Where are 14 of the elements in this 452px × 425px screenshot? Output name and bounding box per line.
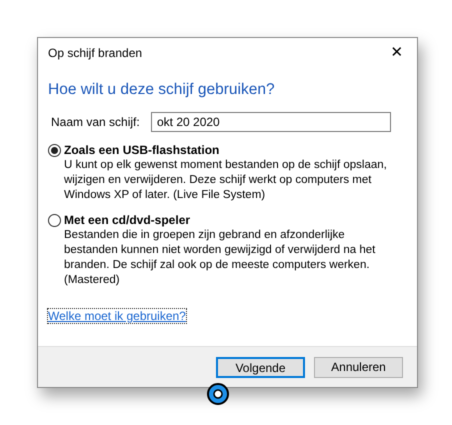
option-description: U kunt op elk gewenst moment bestanden op de schijf opslaan, wijzigen en verwijderen. Deze schijf werkt op computers met Windows XP of later. (Live File System) [63,158,388,203]
dialog-heading: Hoe wilt u deze schijf gebruiken? [48,80,276,100]
window-title: Op schijf branden [48,45,142,62]
name-input-field[interactable]: okt 20 2020 [151,112,391,132]
help-link[interactable]: Welke moet ik gebruiken? [48,309,186,323]
field-label: Naam van schijf: [51,114,141,131]
radio-button[interactable] [48,144,61,157]
option-label: Zoals een USB-flashstation [64,143,220,158]
dialog-button[interactable]: Annuleren [314,356,403,378]
close-button[interactable]: ✕ [377,38,417,68]
option-description: Bestanden die in groepen zijn gebrand en afzonderlijke bestanden kunnen niet worden gewijzigd of verwijderd na het branden. De schijf zal ook op de meeste computers werken. (Mastered) [63,228,376,288]
dialog-button[interactable]: Volgende [216,356,305,378]
radio-button[interactable] [48,214,61,227]
option-label: Met een cd/dvd-speler [64,213,190,228]
